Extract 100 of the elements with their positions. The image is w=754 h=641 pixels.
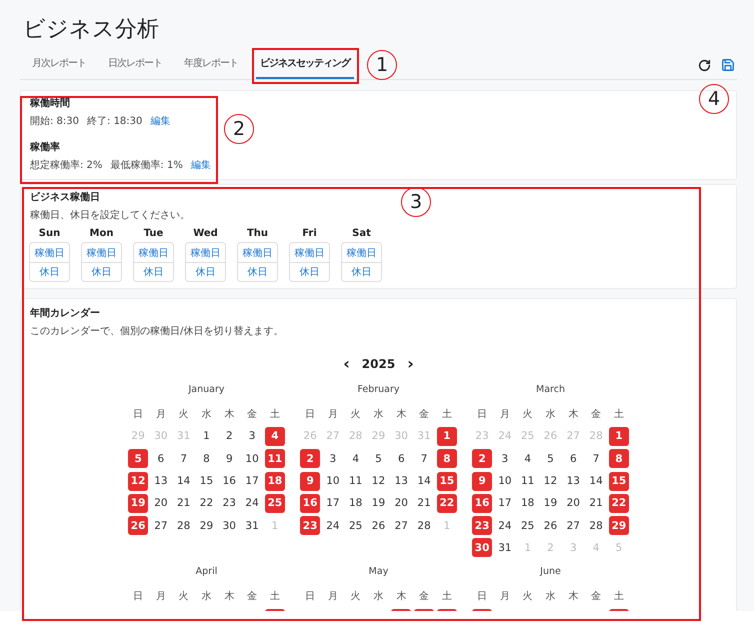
calendar-date[interactable]: 21 — [586, 494, 606, 513]
calendar-date[interactable]: 12 — [368, 472, 388, 491]
calendar-date[interactable]: 24 — [242, 494, 262, 513]
edit-link[interactable]: 編集 — [190, 159, 211, 173]
calendar-date[interactable]: 30 — [219, 516, 240, 536]
calendar-date[interactable]: 21 — [414, 494, 434, 513]
holiday-date[interactable]: 8 — [436, 449, 457, 468]
calendar-date[interactable]: 16 — [219, 472, 240, 491]
calendar-date[interactable]: 17 — [322, 494, 343, 513]
holiday-date[interactable]: 8 — [608, 449, 629, 468]
holiday-date[interactable]: 23 — [472, 516, 492, 536]
calendar-date[interactable]: 19 — [540, 494, 560, 513]
calendar-date[interactable]: 7 — [586, 449, 606, 468]
holiday-date[interactable]: 18 — [264, 472, 285, 491]
calendar-date[interactable]: 3 — [242, 426, 262, 446]
calendar-date[interactable]: 17 — [494, 494, 515, 513]
calendar-date[interactable]: 25 — [346, 516, 366, 536]
holiday-date[interactable]: 16 — [300, 494, 320, 513]
calendar-date[interactable]: 19 — [368, 494, 388, 513]
holiday-date[interactable]: 2 — [300, 449, 320, 468]
edit-link[interactable]: 編集 — [150, 115, 170, 129]
calendar-date[interactable]: 11 — [518, 472, 538, 491]
calendar-date[interactable]: 5 — [368, 449, 388, 468]
calendar-date[interactable]: 28 — [174, 516, 194, 536]
calendar-date[interactable]: 27 — [150, 516, 171, 536]
calendar-date[interactable]: 24 — [322, 516, 343, 536]
calendar-date[interactable]: 4 — [518, 449, 538, 468]
calendar-date[interactable]: 6 — [150, 449, 171, 468]
calendar-date[interactable]: 20 — [150, 494, 171, 513]
holiday-date[interactable]: 30 — [472, 538, 492, 558]
calendar-date[interactable]: 27 — [563, 516, 584, 536]
holiday-date[interactable]: 9 — [472, 472, 492, 491]
tab[interactable]: ビジネスセッティング — [256, 49, 354, 79]
tab[interactable]: 月次レポート — [28, 49, 90, 79]
calendar-date[interactable]: 28 — [586, 516, 606, 536]
calendar-date[interactable]: 7 — [414, 449, 434, 468]
calendar-date[interactable]: 4 — [346, 449, 366, 468]
holiday-button[interactable]: 休日 — [238, 262, 277, 281]
holiday-button[interactable]: 休日 — [342, 262, 381, 281]
calendar-date[interactable]: 27 — [391, 516, 412, 536]
calendar-date[interactable]: 13 — [391, 472, 412, 491]
calendar-date[interactable]: 20 — [391, 494, 412, 513]
holiday-date[interactable]: 2 — [472, 449, 492, 468]
calendar-date[interactable]: 7 — [174, 449, 194, 468]
calendar-date[interactable]: 26 — [368, 516, 388, 536]
calendar-date[interactable]: 11 — [346, 472, 366, 491]
holiday-date[interactable]: 22 — [608, 494, 629, 513]
holiday-date[interactable]: 1 — [436, 426, 457, 446]
holiday-button[interactable]: 休日 — [186, 262, 225, 281]
calendar-date[interactable]: 9 — [219, 449, 240, 468]
calendar-date[interactable]: 20 — [563, 494, 584, 513]
holiday-button[interactable]: 休日 — [290, 262, 329, 281]
calendar-date[interactable]: 14 — [174, 472, 194, 491]
holiday-date[interactable]: 12 — [128, 472, 148, 491]
calendar-date[interactable]: 6 — [391, 449, 412, 468]
calendar-date[interactable]: 22 — [196, 494, 216, 513]
calendar-date[interactable]: 17 — [242, 472, 262, 491]
calendar-date[interactable]: 10 — [494, 472, 515, 491]
holiday-date[interactable]: 23 — [300, 516, 320, 536]
previous-year-button[interactable]: ‹ — [341, 357, 352, 371]
calendar-date[interactable]: 31 — [242, 516, 262, 536]
calendar-date[interactable]: 6 — [563, 449, 584, 468]
holiday-button[interactable]: 休日 — [30, 262, 69, 281]
holiday-button[interactable]: 休日 — [134, 262, 173, 281]
calendar-date[interactable]: 21 — [174, 494, 194, 513]
calendar-date[interactable]: 3 — [494, 449, 515, 468]
holiday-date[interactable]: 29 — [608, 516, 629, 536]
calendar-date[interactable]: 25 — [518, 516, 538, 536]
holiday-date[interactable]: 15 — [436, 472, 457, 491]
tab[interactable]: 日次レポート — [104, 49, 166, 79]
next-year-button[interactable]: › — [405, 357, 416, 371]
calendar-date[interactable]: 26 — [540, 516, 560, 536]
calendar-date[interactable]: 18 — [518, 494, 538, 513]
holiday-date[interactable]: 22 — [436, 494, 457, 513]
calendar-date[interactable]: 29 — [196, 516, 216, 536]
calendar-date[interactable]: 2 — [219, 426, 240, 446]
calendar-date[interactable]: 28 — [414, 516, 434, 536]
calendar-date[interactable]: 14 — [586, 472, 606, 491]
holiday-date[interactable]: 11 — [264, 449, 285, 468]
calendar-date[interactable]: 3 — [322, 449, 343, 468]
holiday-date[interactable]: 15 — [608, 472, 629, 491]
calendar-date[interactable]: 31 — [494, 538, 515, 558]
calendar-date[interactable]: 12 — [540, 472, 560, 491]
calendar-date[interactable]: 13 — [563, 472, 584, 491]
holiday-date[interactable]: 16 — [472, 494, 492, 513]
calendar-date[interactable]: 23 — [219, 494, 240, 513]
calendar-date[interactable]: 18 — [346, 494, 366, 513]
calendar-date[interactable]: 15 — [196, 472, 216, 491]
holiday-button[interactable]: 休日 — [82, 262, 121, 281]
holiday-date[interactable]: 25 — [264, 494, 285, 513]
holiday-date[interactable]: 9 — [300, 472, 320, 491]
tab[interactable]: 年度レポート — [180, 49, 242, 79]
calendar-date[interactable]: 1 — [196, 426, 216, 446]
calendar-date[interactable]: 13 — [150, 472, 171, 491]
calendar-date[interactable]: 10 — [322, 472, 343, 491]
holiday-date[interactable]: 1 — [608, 426, 629, 446]
calendar-date[interactable]: 5 — [540, 449, 560, 468]
calendar-date[interactable]: 10 — [242, 449, 262, 468]
calendar-date[interactable]: 8 — [196, 449, 216, 468]
calendar-date[interactable]: 14 — [414, 472, 434, 491]
